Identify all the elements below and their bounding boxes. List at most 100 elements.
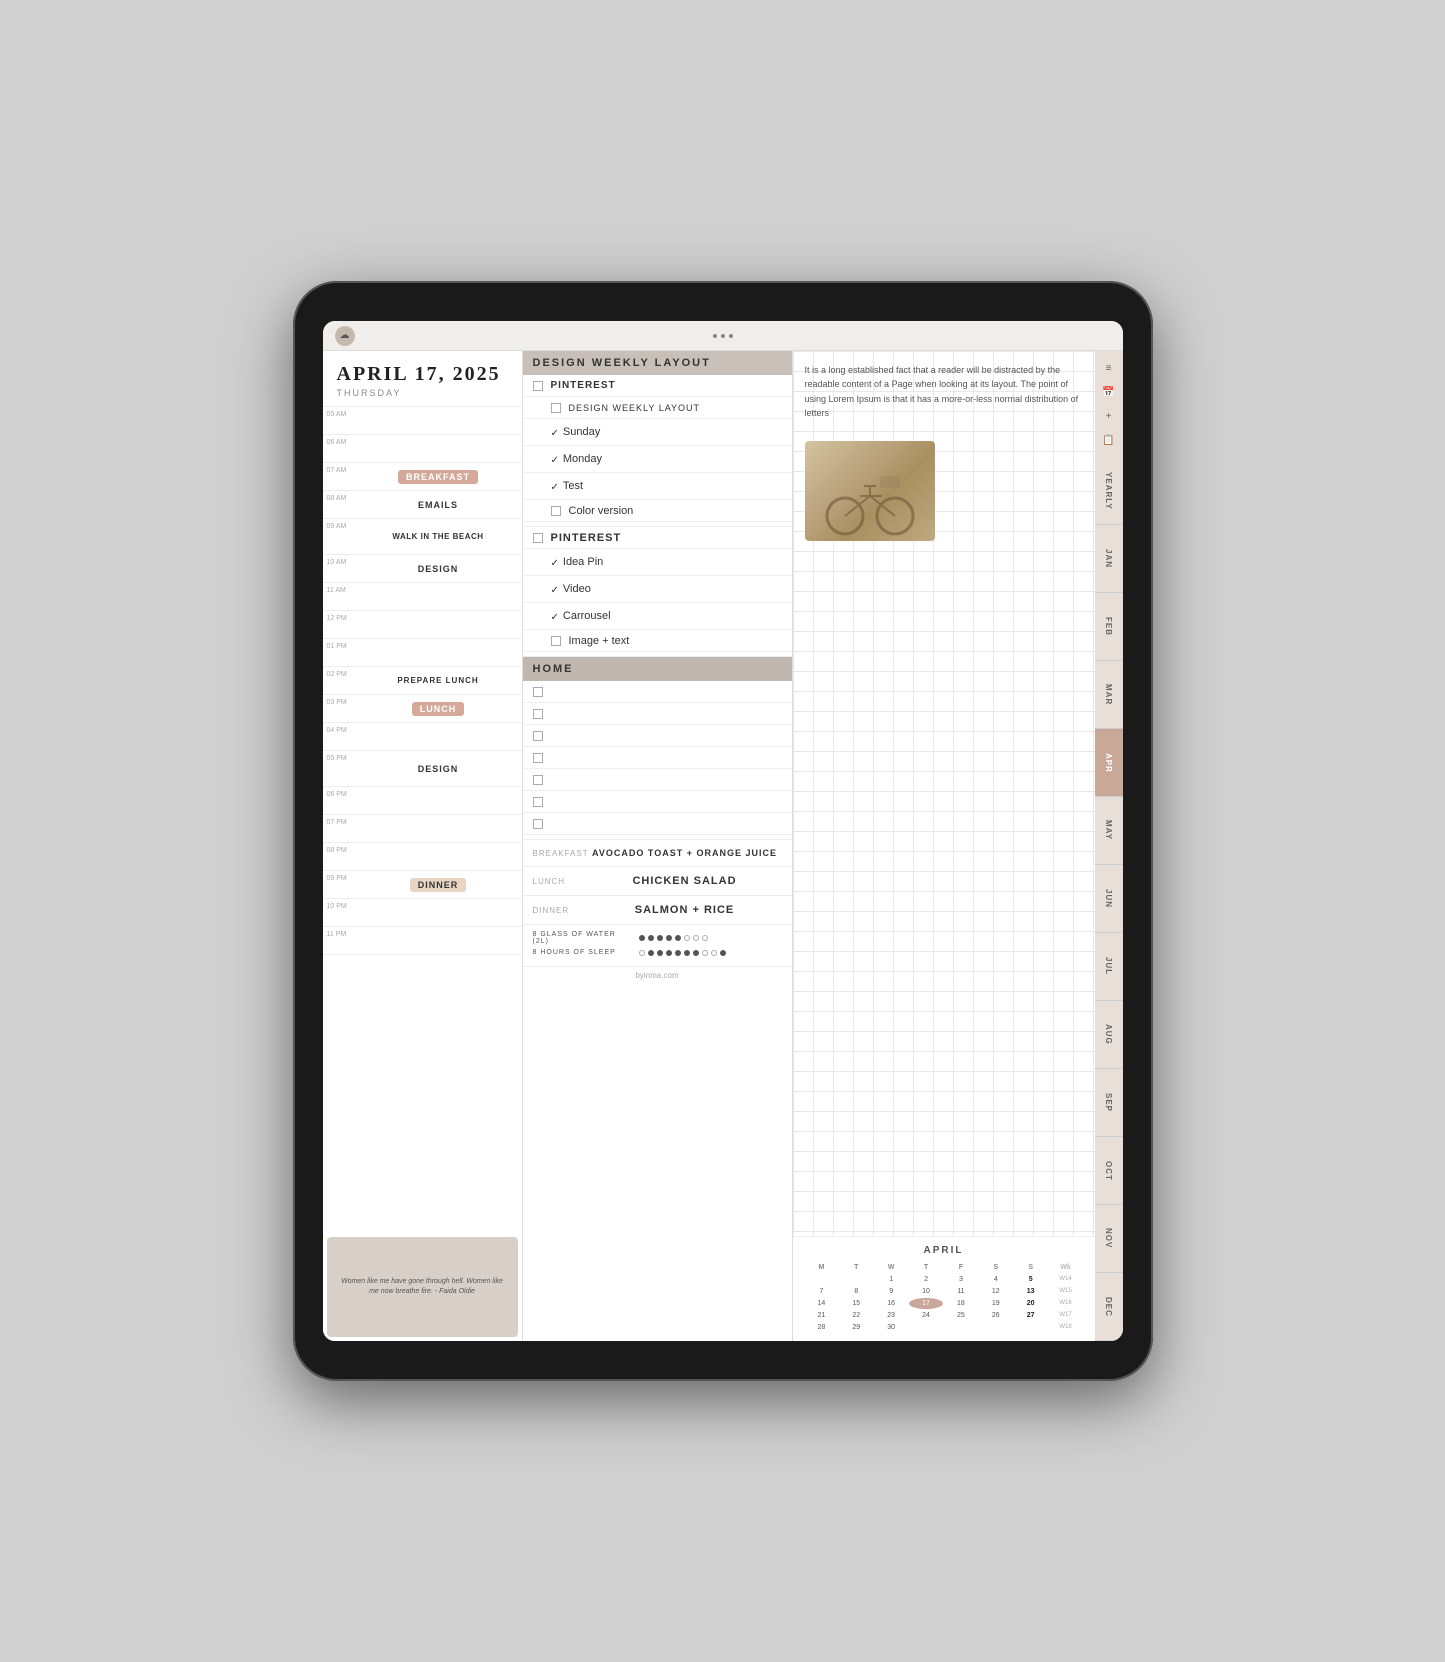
cal-day-1: 1 <box>874 1274 908 1285</box>
time-slot-05am: 05 AM <box>323 407 522 435</box>
tab-sep[interactable]: SEP <box>1095 1069 1123 1137</box>
cal-header-m: M <box>805 1262 839 1273</box>
bike-photo <box>805 441 935 541</box>
dot-2 <box>648 935 654 941</box>
dot-s6 <box>684 950 690 956</box>
calendar-title: APRIL <box>805 1245 1083 1256</box>
add-icon[interactable]: + <box>1100 407 1118 425</box>
note-icon[interactable]: 📋 <box>1100 431 1118 449</box>
dot-3 <box>657 935 663 941</box>
meal-dinner: DINNER SALMON + RICE <box>523 896 792 925</box>
task-color-version: Color version <box>523 500 792 522</box>
lunch-label: LUNCH <box>412 702 465 716</box>
cal-day-10: 10 <box>909 1286 943 1297</box>
tab-jul[interactable]: JUL <box>1095 933 1123 1001</box>
tasks-panel: DESIGN WEEKLY LAYOUT PINTEREST DESIGN WE… <box>523 351 793 1341</box>
tab-mar[interactable]: MAR <box>1095 661 1123 729</box>
sidebar-toolbar: ≡ 📅 + 📋 <box>1096 351 1122 457</box>
cal-day-29: 29 <box>839 1322 873 1333</box>
cal-day-28: 28 <box>805 1322 839 1333</box>
tab-jan[interactable]: JAN <box>1095 525 1123 593</box>
date-weekday: THURSDAY <box>337 388 508 398</box>
home-task-7 <box>523 813 792 835</box>
tab-jun[interactable]: JUN <box>1095 865 1123 933</box>
cal-day-14: 14 <box>805 1298 839 1309</box>
cal-day-15: 15 <box>839 1298 873 1309</box>
home-task-2 <box>523 703 792 725</box>
footer-credit: byinma.com <box>523 967 792 984</box>
home-task-5 <box>523 769 792 791</box>
top-bar: ☁ <box>323 321 1123 351</box>
cal-day-12: 12 <box>979 1286 1013 1297</box>
home-task-1 <box>523 681 792 703</box>
cal-day-18: 18 <box>944 1298 978 1309</box>
cal-day-2: 2 <box>909 1274 943 1285</box>
month-tabs: YEARLY JAN FEB MAR APR MAY JUN JUL AUG S… <box>1095 457 1123 1341</box>
cal-day-5: 5 <box>1014 1274 1048 1285</box>
cal-day-13: 13 <box>1014 1286 1048 1297</box>
date-title: APRIL 17, 2025 <box>337 363 508 386</box>
app-icon[interactable]: ☁ <box>335 326 355 346</box>
task-monday: Monday <box>523 446 792 473</box>
cal-day-30: 30 <box>874 1322 908 1333</box>
cal-day-empty4 <box>944 1322 978 1333</box>
cal-day-empty1 <box>805 1274 839 1285</box>
dot-s9 <box>711 950 717 956</box>
cal-day-22: 22 <box>839 1310 873 1321</box>
menu-dots[interactable] <box>713 334 733 338</box>
cal-day-empty2 <box>839 1274 873 1285</box>
meal-lunch: LUNCH CHICKEN SALAD <box>523 867 792 896</box>
cal-week-17: W17 <box>1049 1310 1083 1321</box>
task-pinterest-header: PINTEREST <box>523 375 792 397</box>
task-pinterest-section: PINTEREST <box>523 527 792 549</box>
dot-1 <box>639 935 645 941</box>
task-design-weekly: DESIGN WEEKLY LAYOUT <box>523 397 792 419</box>
ipad-device: ☁ APRIL 17, 2025 THURSDAY 05 AM <box>293 281 1153 1381</box>
cal-day-21: 21 <box>805 1310 839 1321</box>
cal-day-16: 16 <box>874 1298 908 1309</box>
cal-header-s2: S <box>1014 1262 1048 1273</box>
tab-yearly[interactable]: YEARLY <box>1095 457 1123 525</box>
tab-dec[interactable]: DEC <box>1095 1273 1123 1341</box>
time-slot-01pm: 01 PM <box>323 639 522 667</box>
time-slot-dinner: 09 PM DINNER <box>323 871 522 899</box>
tab-aug[interactable]: AUG <box>1095 1001 1123 1069</box>
time-slot-emails: 08 AM EMAILS <box>323 491 522 519</box>
cal-day-empty5 <box>979 1322 1013 1333</box>
time-slot-11pm: 11 PM <box>323 927 522 955</box>
cal-day-23: 23 <box>874 1310 908 1321</box>
dot-s10 <box>720 950 726 956</box>
calendar-icon[interactable]: 📅 <box>1100 383 1118 401</box>
tab-feb[interactable]: FEB <box>1095 593 1123 661</box>
dot-4 <box>666 935 672 941</box>
main-content: APRIL 17, 2025 THURSDAY 05 AM 06 AM <box>323 351 1095 1341</box>
tab-may[interactable]: MAY <box>1095 797 1123 865</box>
task-main-header: DESIGN WEEKLY LAYOUT <box>523 351 792 375</box>
tab-oct[interactable]: OCT <box>1095 1137 1123 1205</box>
home-task-4 <box>523 747 792 769</box>
tab-apr[interactable]: APR <box>1095 729 1123 797</box>
cal-header-t2: T <box>909 1262 943 1273</box>
dot-5 <box>675 935 681 941</box>
date-header: APRIL 17, 2025 THURSDAY <box>323 351 522 407</box>
cal-header-s1: S <box>979 1262 1013 1273</box>
menu-icon[interactable]: ≡ <box>1100 359 1118 377</box>
cal-day-empty3 <box>909 1322 943 1333</box>
time-slot-06am: 06 AM <box>323 435 522 463</box>
breakfast-label: BREAKFAST <box>398 470 478 484</box>
dot-s7 <box>693 950 699 956</box>
dot-s2 <box>648 950 654 956</box>
time-slot-04pm: 04 PM <box>323 723 522 751</box>
cal-day-8: 8 <box>839 1286 873 1297</box>
task-idea-pin: Idea Pin <box>523 549 792 576</box>
home-task-3 <box>523 725 792 747</box>
time-slot-12pm: 12 PM <box>323 611 522 639</box>
cal-day-20: 20 <box>1014 1298 1048 1309</box>
tab-nov[interactable]: NOV <box>1095 1205 1123 1273</box>
cal-day-25: 25 <box>944 1310 978 1321</box>
quote-box: Women like me have gone through hell. Wo… <box>327 1237 518 1337</box>
cal-header-wk: Wk <box>1049 1262 1083 1273</box>
time-slot-07pm: 07 PM <box>323 815 522 843</box>
ipad-screen: ☁ APRIL 17, 2025 THURSDAY 05 AM <box>323 321 1123 1341</box>
cal-day-17[interactable]: 17 <box>909 1298 943 1309</box>
